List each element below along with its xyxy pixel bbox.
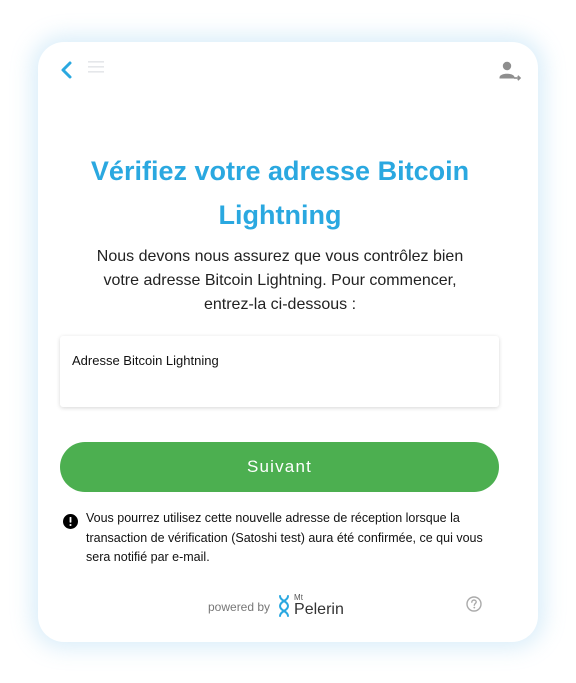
page-title: Vérifiez votre adresse Bitcoin Lightning <box>90 156 470 230</box>
user-logout-icon <box>499 61 522 81</box>
mt-pelerin-logo-mark <box>279 595 290 617</box>
brand-name: Pelerin <box>294 601 344 618</box>
lightning-address-input[interactable] <box>72 372 482 396</box>
back-button[interactable] <box>58 60 76 80</box>
question-circle-icon <box>466 596 482 612</box>
chevron-left-icon <box>61 61 72 79</box>
next-button[interactable]: Suivant <box>60 442 499 492</box>
lightning-address-label: Adresse Bitcoin Lightning <box>72 353 219 368</box>
page-subtitle: Nous devons nous assurez que vous contrô… <box>96 248 464 313</box>
exclamation-circle-icon <box>63 514 78 529</box>
lightning-address-field[interactable]: Adresse Bitcoin Lightning <box>60 336 499 407</box>
account-button[interactable] <box>498 60 522 82</box>
widget-card: Vérifiez votre adresse Bitcoin Lightning… <box>38 42 538 642</box>
help-button[interactable] <box>466 596 482 612</box>
notice-text: Vous pourrez utilisez cette nouvelle adr… <box>86 511 483 564</box>
powered-by-label: powered by <box>208 600 271 614</box>
menu-icon <box>88 60 104 73</box>
mt-pelerin-logo: Mt Pelerin <box>277 593 354 619</box>
footer-branding: powered by Mt Pelerin <box>208 593 354 619</box>
